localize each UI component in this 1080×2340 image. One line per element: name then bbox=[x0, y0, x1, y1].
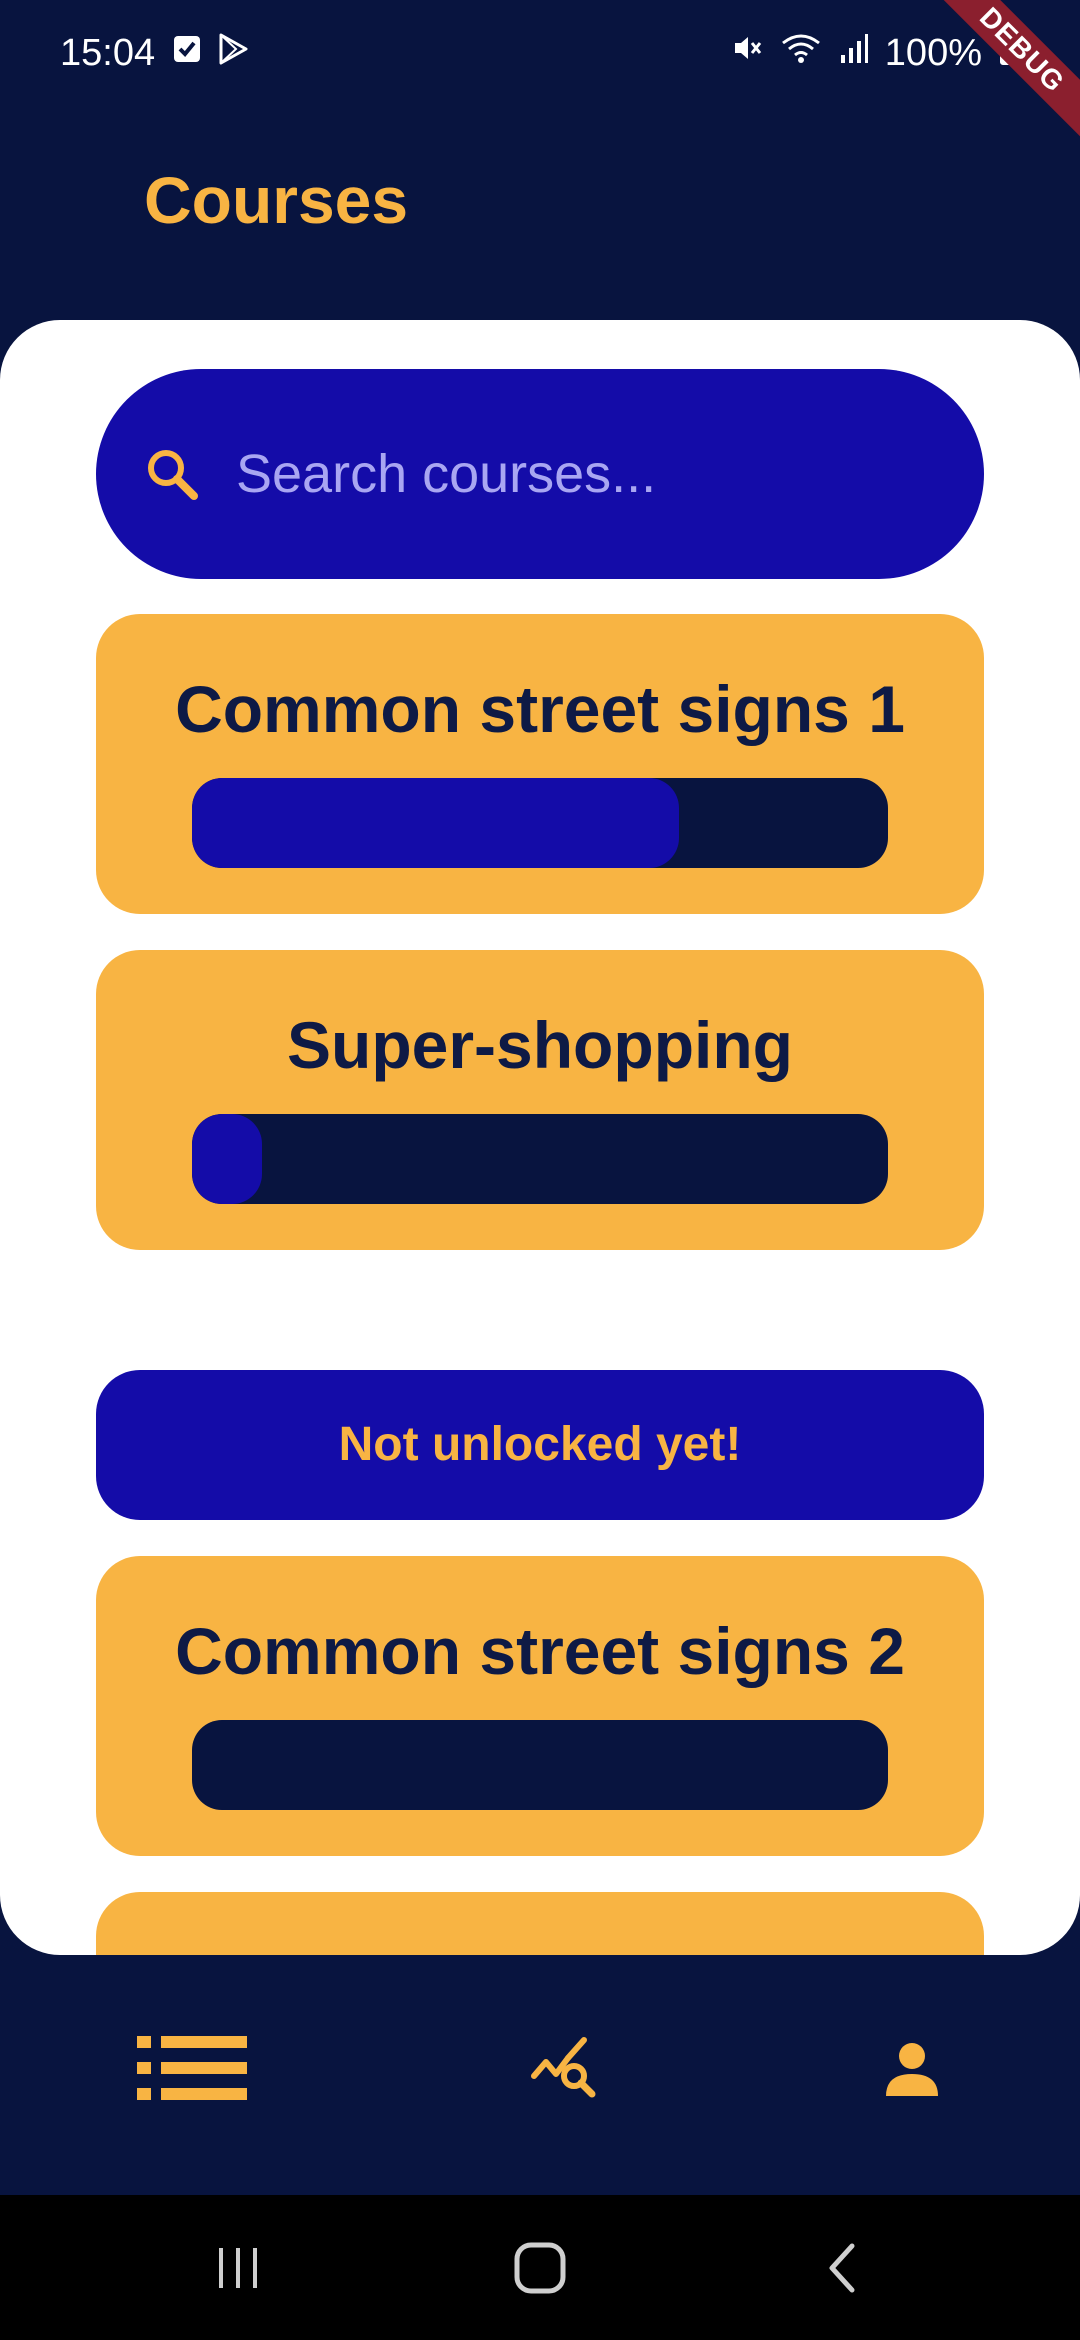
checkbox-icon bbox=[172, 34, 202, 69]
nav-item-profile[interactable] bbox=[842, 2000, 982, 2140]
signal-icon bbox=[839, 31, 869, 75]
status-icons-right: 100% bbox=[729, 30, 1020, 76]
course-card-super-shopping[interactable]: Super-shopping bbox=[96, 950, 984, 1250]
locked-section-banner: Not unlocked yet! bbox=[96, 1370, 984, 1520]
page-title: Courses bbox=[144, 163, 409, 237]
mute-icon bbox=[729, 31, 763, 75]
nav-item-courses[interactable] bbox=[122, 2000, 262, 2140]
content-panel[interactable]: Common street signs 1 Super-shopping Not… bbox=[0, 320, 1080, 1955]
back-button[interactable] bbox=[797, 2225, 887, 2315]
progress-fill bbox=[192, 1114, 262, 1204]
course-title: Super-shopping bbox=[287, 1008, 793, 1082]
progress-bar bbox=[192, 778, 888, 868]
list-icon bbox=[137, 2035, 247, 2105]
recent-apps-icon bbox=[213, 2243, 263, 2298]
course-card-partial[interactable] bbox=[96, 1892, 984, 1955]
home-button[interactable] bbox=[495, 2225, 585, 2315]
progress-fill bbox=[192, 778, 680, 868]
back-icon bbox=[822, 2240, 862, 2301]
home-icon bbox=[512, 2240, 568, 2301]
stats-icon bbox=[530, 2036, 600, 2105]
progress-bar bbox=[192, 1720, 888, 1810]
course-card-common-street-signs-1[interactable]: Common street signs 1 bbox=[96, 614, 984, 914]
play-store-icon bbox=[216, 32, 250, 71]
status-time: 15:04 bbox=[60, 32, 156, 74]
status-icons-left bbox=[172, 32, 250, 71]
search-input[interactable] bbox=[234, 442, 918, 506]
profile-icon bbox=[884, 2040, 940, 2101]
wifi-icon bbox=[779, 31, 823, 75]
system-nav-bar bbox=[0, 2195, 1080, 2340]
course-title: Common street signs 1 bbox=[175, 672, 905, 746]
battery-text: 100% bbox=[884, 31, 982, 74]
search-icon bbox=[140, 442, 204, 506]
course-title: Common street signs 2 bbox=[175, 1614, 905, 1688]
search-bar[interactable] bbox=[96, 369, 984, 579]
nav-item-statistics[interactable] bbox=[495, 2000, 635, 2140]
course-card-common-street-signs-2[interactable]: Common street signs 2 bbox=[96, 1556, 984, 1856]
recent-apps-button[interactable] bbox=[193, 2225, 283, 2315]
progress-bar bbox=[192, 1114, 888, 1204]
bottom-nav bbox=[0, 1955, 1080, 2195]
status-bar: 15:04 100% DEBUG bbox=[0, 0, 1080, 149]
